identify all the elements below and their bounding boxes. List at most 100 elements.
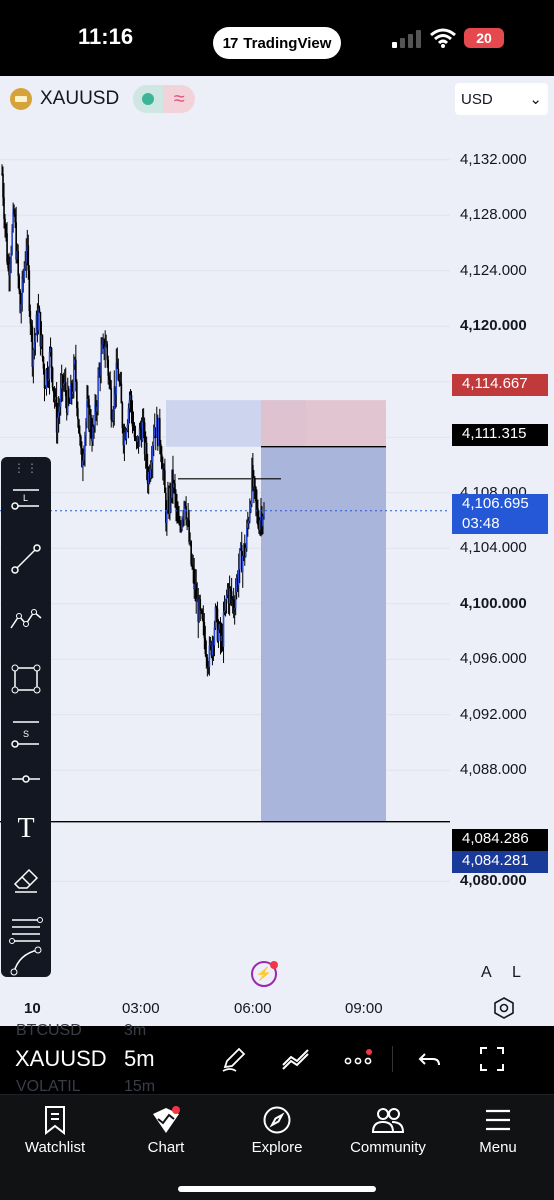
horizontal-ray-icon[interactable] [6,759,46,799]
time-axis[interactable]: 10 03:00 06:00 09:00 [0,996,554,1026]
tab-label: Menu [479,1139,517,1156]
tab-label: Explore [251,1139,303,1156]
indicators-icon[interactable] [280,1043,312,1075]
svg-text:S: S [23,729,29,739]
candle-body [213,627,216,646]
reward-zone [261,446,386,822]
candle-body [18,275,20,291]
trend-line-icon[interactable] [6,539,46,579]
chevron-down-icon: ⌄ [529,91,542,108]
candle-body [34,334,37,343]
horizontal-line-s-icon[interactable]: S [6,713,46,753]
symbol-bar[interactable]: BTCUSD 3m VOLATIL 15m XAUUSD 5m [0,1022,554,1095]
price-axis-label: 4,092.000 [460,705,527,723]
candle-body [254,478,256,488]
price-axis-label: 4,124.000 [460,261,527,279]
tab-label: Watchlist [24,1139,86,1156]
battery-icon: 20 [464,28,504,48]
stop-price-tag: 4,114.667 [452,374,548,396]
tradingview-badge-label: TradingView [243,34,332,52]
candle-countdown: 03:48 [462,515,500,532]
candle-body [100,352,102,376]
log-scale-button[interactable]: L [512,964,521,982]
text-icon[interactable]: T [6,809,46,849]
rectangle-icon[interactable] [6,659,46,699]
price-axis-label: 4,128.000 [460,206,527,224]
ghost-symbol-above: BTCUSD [16,1022,82,1039]
symbol-header[interactable]: XAUUSD ≈ [10,85,196,113]
tab-explore[interactable]: Explore [227,1103,327,1156]
entry-price-value: 4,111.315 [462,425,527,442]
candle-body [77,408,79,420]
chart-icon [116,1103,216,1137]
currency-select[interactable]: USD ⌄ [455,83,548,115]
time-label: 10 [24,1000,41,1017]
symbol-selector[interactable]: XAUUSD [15,1046,107,1072]
candle-body [120,383,123,404]
fullscreen-icon[interactable] [476,1043,508,1075]
price-axis-label: 4,120.000 [460,317,527,335]
drawing-toolbar[interactable]: ⋮⋮ L S T [1,457,51,977]
price-axis-label: 4,088.000 [460,761,527,779]
tab-community[interactable]: Community [338,1103,438,1156]
candle-body [50,348,53,368]
risk-zone [261,400,386,447]
divider [392,1046,393,1072]
status-bar: 11:16 17 TradingView 20 [0,0,554,76]
notification-dot-icon [270,961,278,969]
horizontal-line-l-icon[interactable]: L [6,479,46,519]
price-axis-label: 4,132.000 [460,150,527,168]
candle-body [75,359,77,382]
symbol-name[interactable]: XAUUSD [40,88,119,110]
candle-body [238,548,241,570]
candle-body [222,612,225,647]
target-price-value-2: 4,084.281 [462,852,529,869]
current-price-value: 4,106.695 [462,495,529,512]
target-price-value: 4,084.286 [462,830,529,847]
people-icon [338,1103,438,1137]
tab-label: Chart [147,1139,185,1156]
menu-icon [448,1103,548,1137]
pattern-icon[interactable] [6,599,46,639]
tab-watchlist[interactable]: Watchlist [5,1103,105,1156]
tab-label: Community [350,1139,426,1156]
auto-scale-button[interactable]: A [481,964,492,982]
interval-selector[interactable]: 5m [124,1046,155,1072]
target-price-tag-2: 4,084.281 [452,851,548,873]
market-status-pill[interactable]: ≈ [133,85,196,113]
market-open-dot-icon [142,93,155,105]
time-label: 06:00 [234,1000,272,1017]
candle-body [51,367,54,388]
time-label: 03:00 [122,1000,160,1017]
status-time: 11:16 [78,24,134,49]
tab-chart[interactable]: Chart [116,1103,216,1156]
eraser-icon[interactable] [6,859,46,899]
price-axis-label: 4,100.000 [460,594,527,612]
undo-icon[interactable] [414,1043,446,1075]
wifi-icon [430,28,456,48]
tradingview-badge[interactable]: 17 TradingView [213,27,341,59]
tab-menu[interactable]: Menu [448,1103,548,1156]
target-price-tag: 4,084.286 [452,829,548,851]
compass-icon [227,1103,327,1137]
text-tool-glyph: T [17,813,35,844]
pen-icon[interactable] [218,1043,250,1075]
currency-value: USD [461,90,493,108]
candle-body [97,376,99,407]
gold-icon [10,88,32,110]
candle-body [38,308,41,313]
tradingview-logo-icon: 17 [222,34,239,52]
price-axis-label: 4,080.000 [460,872,527,890]
more-icon[interactable] [342,1043,374,1075]
price-axis-label: 4,104.000 [460,539,527,557]
tab-bar[interactable]: Watchlist Chart Explore Community Menu [0,1094,554,1200]
curve-icon[interactable] [6,941,46,981]
toolbar-drag-handle[interactable]: ⋮⋮ [1,461,51,475]
ghost-interval-above: 3m [124,1022,147,1039]
chart-settings-icon[interactable] [492,996,516,1020]
price-axis-label: 4,096.000 [460,650,527,668]
candle-body [17,251,19,276]
chart-area[interactable]: XAUUSD ≈ USD ⌄ 4,132.000 4,128.000 4,124.0… [0,76,554,1026]
candle-body [43,368,46,389]
entry-price-tag: 4,111.315 [452,424,548,446]
